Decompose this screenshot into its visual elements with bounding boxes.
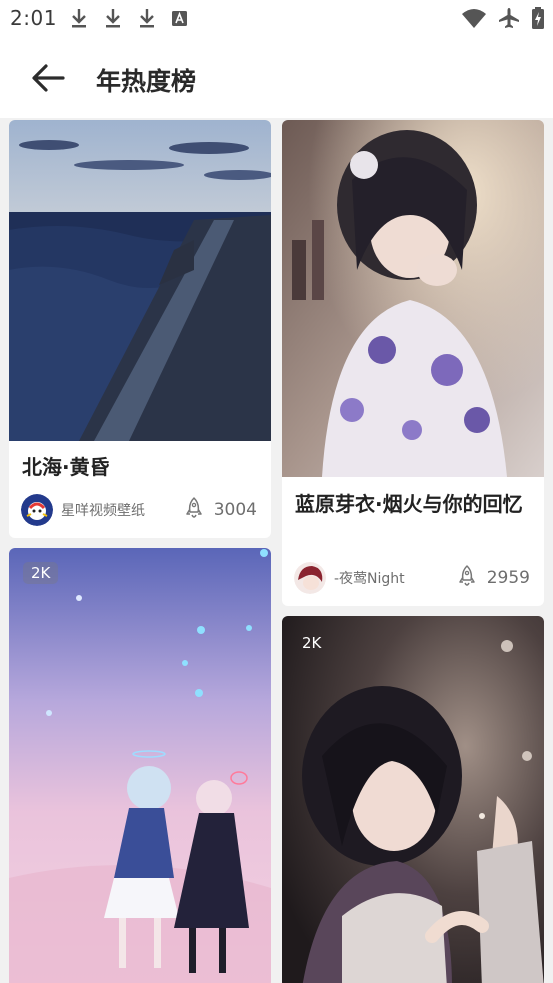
wallpaper-thumbnail[interactable] <box>282 616 544 983</box>
text-a-icon <box>170 6 190 30</box>
wallpaper-thumbnail[interactable] <box>282 120 544 477</box>
like-count: 3004 <box>213 500 257 520</box>
author-row[interactable]: 星咩视频壁纸 3004 <box>21 494 257 526</box>
author-row[interactable]: -夜莺Night 2959 <box>294 562 530 594</box>
status-notification-icons <box>68 6 190 30</box>
wallpaper-thumbnail[interactable] <box>9 548 271 983</box>
download-icon <box>136 6 158 30</box>
airplane-icon <box>497 6 521 30</box>
wifi-icon <box>461 6 487 30</box>
status-system-icons <box>461 6 545 30</box>
like-count: 2959 <box>486 568 530 588</box>
app-bar: 年热度榜 <box>0 38 553 118</box>
wallpaper-feed[interactable]: 北海·黄昏 星咩视频壁纸 3004 蓝原芽衣·烟火与你的回忆 -夜莺Night … <box>0 118 553 983</box>
avatar[interactable] <box>294 562 326 594</box>
wallpaper-card[interactable]: 北海·黄昏 星咩视频壁纸 3004 <box>9 120 271 538</box>
download-icon <box>68 6 90 30</box>
like-group[interactable]: 2959 <box>457 564 530 592</box>
wallpaper-card[interactable]: 2K <box>282 616 544 983</box>
rocket-icon <box>457 564 477 592</box>
page-title: 年热度榜 <box>96 67 197 96</box>
status-time: 2:01 <box>10 6 57 30</box>
download-icon <box>102 6 124 30</box>
resolution-badge: 2K <box>302 634 322 652</box>
like-group[interactable]: 3004 <box>184 496 257 524</box>
resolution-badge: 2K <box>23 562 59 584</box>
back-button[interactable] <box>26 58 70 102</box>
author-name[interactable]: 星咩视频壁纸 <box>61 500 145 520</box>
arrow-left-icon <box>31 63 65 97</box>
card-title: 蓝原芽衣·烟火与你的回忆 <box>295 492 523 516</box>
battery-charging-icon <box>531 6 545 30</box>
rocket-icon <box>184 496 204 524</box>
wallpaper-card[interactable]: 蓝原芽衣·烟火与你的回忆 -夜莺Night 2959 <box>282 120 544 606</box>
wallpaper-thumbnail[interactable] <box>9 120 271 441</box>
status-bar: 2:01 <box>0 0 553 38</box>
avatar[interactable] <box>21 494 53 526</box>
card-title: 北海·黄昏 <box>22 455 110 479</box>
author-name[interactable]: -夜莺Night <box>334 568 405 588</box>
wallpaper-card[interactable]: 2K <box>9 548 271 983</box>
